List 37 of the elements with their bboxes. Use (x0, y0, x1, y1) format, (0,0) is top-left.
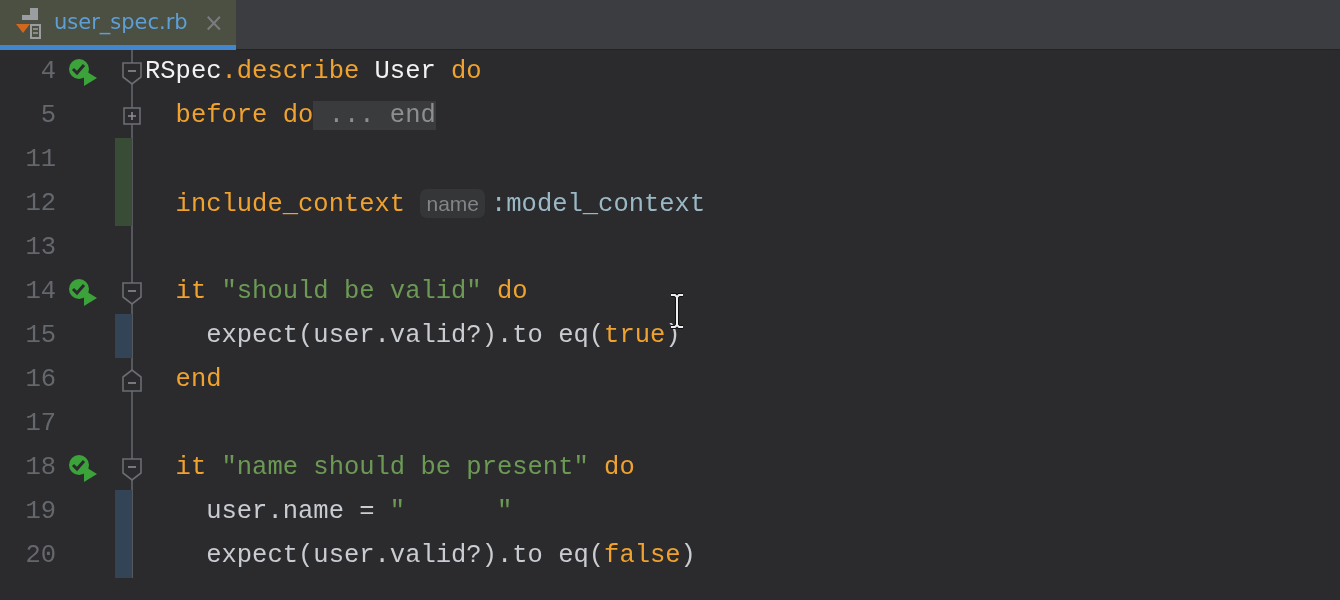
line-number: 11 (24, 144, 56, 176)
line-number: 17 (24, 408, 56, 440)
line-number: 16 (24, 364, 56, 396)
change-marker[interactable] (115, 138, 132, 182)
change-marker[interactable] (115, 534, 132, 578)
change-marker[interactable] (115, 182, 132, 226)
line-number: 18 (24, 452, 56, 484)
close-tab-button[interactable]: × (203, 4, 224, 41)
line-number: 12 (24, 188, 56, 220)
fold-collapse-icon[interactable] (122, 457, 142, 481)
code-token: :model_context (491, 190, 706, 219)
change-marker[interactable] (115, 490, 132, 534)
line-number: 15 (24, 320, 56, 352)
run-test-icon[interactable] (68, 58, 98, 86)
line-number: 5 (39, 100, 56, 132)
file-tab[interactable]: user_spec.rb × (0, 0, 236, 50)
code-line: user.name = " " (205, 496, 513, 528)
code-line: RSpec.describe User do (145, 56, 482, 88)
line-number: 4 (39, 56, 56, 88)
code-token: include_context (174, 190, 407, 219)
line-number: 14 (24, 276, 56, 308)
change-marker[interactable] (115, 314, 132, 358)
run-test-icon[interactable] (68, 454, 98, 482)
fold-collapse-icon[interactable] (122, 61, 142, 85)
code-line: expect(user.valid?).to eq(false) (205, 540, 696, 572)
parameter-hint: name (420, 189, 485, 218)
code-token: before do (174, 101, 314, 130)
folded-code[interactable]: ... end (313, 101, 436, 130)
line-number: 20 (24, 540, 56, 572)
run-test-icon[interactable] (68, 278, 98, 306)
code-line: it "should be valid" do (174, 276, 528, 308)
line-number: 19 (24, 496, 56, 528)
code-line: end (174, 364, 222, 396)
fold-collapse-icon[interactable] (122, 281, 142, 305)
line-number: 13 (24, 232, 56, 264)
code-line: it "name should be present" do (174, 452, 635, 484)
fold-end-icon[interactable] (122, 369, 142, 393)
